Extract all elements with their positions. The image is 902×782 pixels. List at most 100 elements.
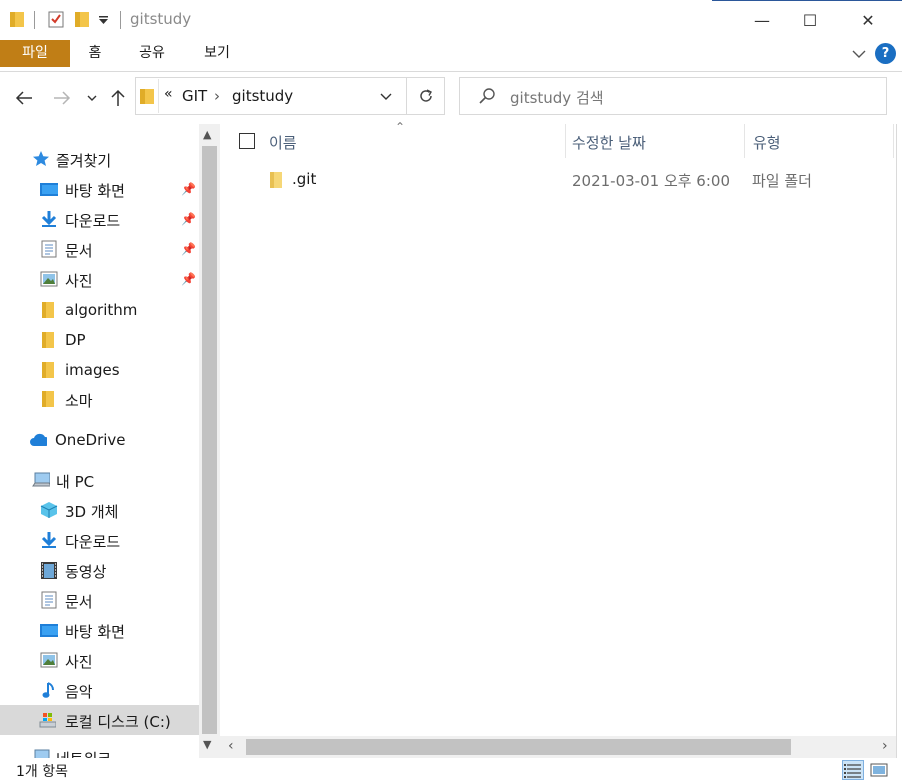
- navigation-bar: « GIT › gitstudy gitstudy 검색: [0, 72, 902, 124]
- column-divider[interactable]: [744, 124, 745, 158]
- scroll-down-icon[interactable]: ▼: [203, 738, 211, 751]
- sidebar-item-pc-documents[interactable]: 문서: [0, 585, 199, 615]
- sidebar-item-music[interactable]: 음악: [0, 675, 199, 705]
- breadcrumb-gitstudy[interactable]: gitstudy: [232, 87, 293, 105]
- sidebar-item-soma[interactable]: 소마: [0, 384, 199, 414]
- sidebar-item-algorithm[interactable]: algorithm: [0, 295, 199, 325]
- forward-button[interactable]: [48, 84, 76, 112]
- sidebar-item-images[interactable]: images: [0, 355, 199, 385]
- scroll-right-icon[interactable]: ›: [882, 738, 888, 754]
- sidebar-item-label: 문서: [65, 242, 93, 260]
- new-folder-icon[interactable]: [75, 10, 89, 28]
- tab-share[interactable]: 공유: [130, 40, 174, 67]
- select-all-checkbox[interactable]: [239, 133, 255, 149]
- file-type: 파일 폴더: [752, 172, 812, 190]
- refresh-icon: [419, 89, 432, 102]
- sidebar-item-label: OneDrive: [55, 431, 126, 449]
- close-button[interactable]: ✕: [844, 0, 892, 40]
- document-icon: [41, 591, 57, 609]
- ribbon-tabs: 파일 홈 공유 보기: [0, 40, 902, 70]
- sidebar-scrollbar[interactable]: ▲ ▼: [199, 124, 220, 758]
- sidebar-item-3d-objects[interactable]: 3D 개체: [0, 495, 199, 525]
- sidebar-item-label: 로컬 디스크 (C:): [65, 713, 171, 731]
- scrollbar-thumb[interactable]: [246, 739, 791, 755]
- sidebar-item-quick-access[interactable]: 즐겨찾기: [0, 144, 199, 174]
- back-button[interactable]: [10, 84, 38, 112]
- arrow-right-icon: [54, 91, 71, 105]
- sidebar-item-label: DP: [65, 331, 86, 349]
- sidebar-item-label: 동영상: [65, 563, 107, 581]
- address-dropdown-icon[interactable]: [380, 93, 392, 101]
- folder-icon: [42, 332, 54, 348]
- breadcrumb-git[interactable]: GIT: [182, 87, 207, 105]
- sidebar-item-desktop[interactable]: 바탕 화면 📌: [0, 174, 199, 204]
- toolbar-separator: [34, 11, 35, 29]
- large-icons-view-button[interactable]: [869, 760, 891, 780]
- pin-icon: 📌: [181, 182, 196, 196]
- column-divider[interactable]: [565, 124, 566, 158]
- sidebar-item-label: 내 PC: [56, 473, 95, 491]
- sidebar-item-documents[interactable]: 문서 📌: [0, 234, 199, 264]
- tab-home[interactable]: 홈: [78, 40, 112, 67]
- document-icon: [41, 240, 57, 258]
- column-header-modified[interactable]: 수정한 날짜: [572, 132, 646, 153]
- video-icon: [41, 562, 57, 579]
- properties-icon[interactable]: [48, 10, 64, 28]
- window-right-edge: [896, 124, 902, 758]
- customize-dropdown-icon[interactable]: [99, 16, 108, 24]
- table-row[interactable]: .git 2021-03-01 오후 6:00 파일 폴더: [220, 166, 896, 194]
- refresh-button[interactable]: [407, 77, 445, 115]
- arrow-up-icon: [111, 89, 125, 106]
- details-view-icon: [844, 764, 861, 778]
- minimize-button[interactable]: —: [738, 0, 786, 40]
- expand-ribbon-icon[interactable]: [852, 50, 866, 59]
- sidebar-item-pc-downloads[interactable]: 다운로드: [0, 525, 199, 555]
- scroll-up-icon[interactable]: ▲: [203, 128, 211, 141]
- arrow-left-icon: [15, 91, 32, 105]
- breadcrumb-separator[interactable]: ›: [214, 87, 220, 105]
- sidebar-item-label: 다운로드: [65, 212, 121, 230]
- desktop-icon: [40, 624, 58, 637]
- up-button[interactable]: [104, 84, 132, 112]
- help-button[interactable]: ?: [875, 43, 896, 64]
- sidebar-item-label: 네트워크: [56, 748, 111, 758]
- sidebar-item-label: images: [65, 361, 120, 379]
- details-view-button[interactable]: [842, 760, 864, 780]
- pin-icon: 📌: [181, 242, 196, 256]
- sidebar-item-this-pc[interactable]: 내 PC: [0, 465, 199, 495]
- sidebar-item-onedrive[interactable]: OneDrive: [0, 425, 199, 455]
- search-box[interactable]: gitstudy 검색: [459, 77, 887, 115]
- sidebar-item-pc-pictures[interactable]: 사진: [0, 645, 199, 675]
- sidebar-item-network[interactable]: 네트워크: [0, 742, 199, 758]
- toolbar-separator: [120, 11, 121, 29]
- search-input[interactable]: gitstudy 검색: [510, 87, 604, 108]
- status-bar: 1개 항목: [0, 758, 902, 782]
- column-header-type[interactable]: 유형: [753, 132, 781, 153]
- sidebar-item-label: 즐겨찾기: [56, 152, 112, 170]
- folder-icon: [140, 89, 154, 104]
- download-icon: [41, 211, 57, 227]
- sidebar-item-pc-desktop[interactable]: 바탕 화면: [0, 615, 199, 645]
- sidebar-item-dp[interactable]: DP: [0, 325, 199, 355]
- recent-locations-button[interactable]: [80, 84, 104, 112]
- sidebar-item-local-disk[interactable]: 로컬 디스크 (C:): [0, 705, 199, 735]
- folder-icon: [42, 362, 54, 378]
- column-header-name[interactable]: 이름: [269, 132, 297, 153]
- scrollbar-thumb[interactable]: [202, 146, 217, 734]
- address-bar[interactable]: « GIT › gitstudy: [135, 77, 407, 115]
- sidebar-item-videos[interactable]: 동영상: [0, 555, 199, 585]
- scroll-left-icon[interactable]: ‹: [228, 738, 234, 754]
- file-list-hscrollbar[interactable]: ‹ ›: [220, 736, 896, 758]
- picture-icon: [40, 652, 58, 668]
- sidebar-item-label: 음악: [65, 683, 93, 701]
- maximize-button[interactable]: ☐: [786, 0, 834, 40]
- sidebar-item-pictures[interactable]: 사진 📌: [0, 264, 199, 294]
- sort-ascending-icon: ⌃: [395, 120, 406, 134]
- column-divider[interactable]: [893, 124, 894, 158]
- search-icon: [479, 88, 495, 104]
- tab-view[interactable]: 보기: [196, 40, 238, 67]
- sidebar-item-downloads[interactable]: 다운로드 📌: [0, 204, 199, 234]
- tab-file[interactable]: 파일: [0, 40, 70, 67]
- sidebar-item-label: 3D 개체: [65, 503, 119, 521]
- breadcrumb-overflow[interactable]: «: [164, 86, 173, 102]
